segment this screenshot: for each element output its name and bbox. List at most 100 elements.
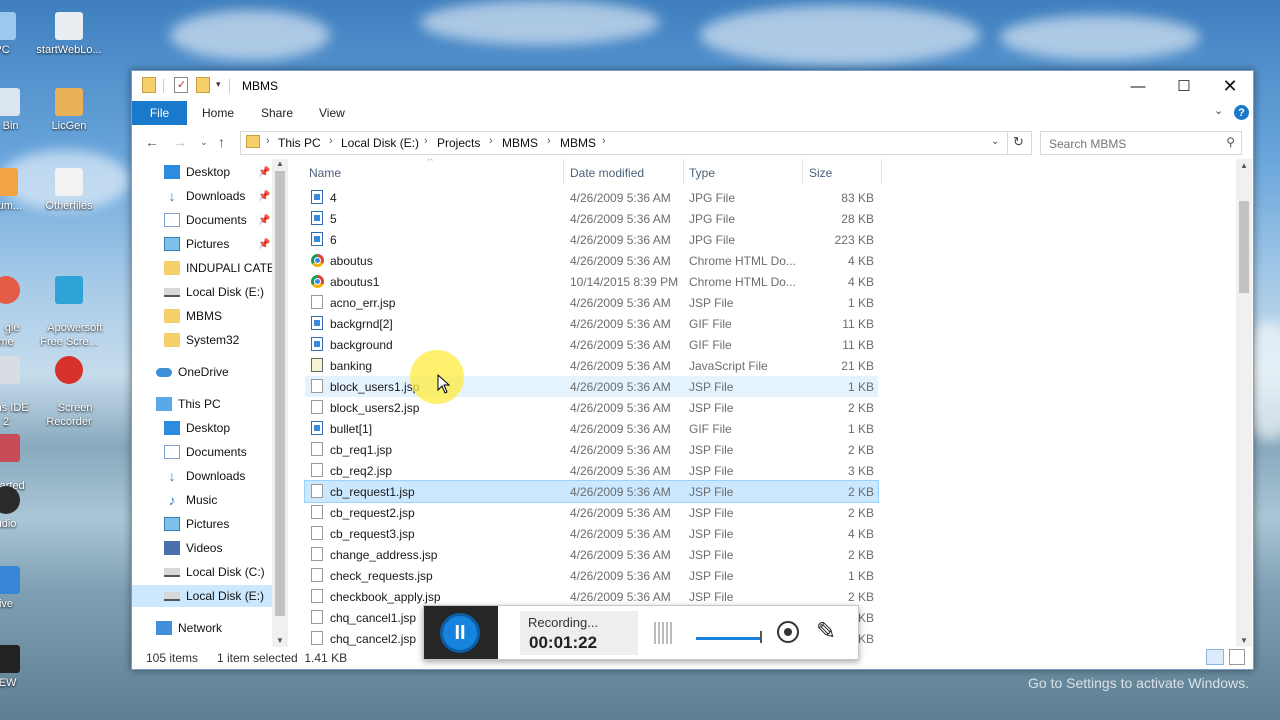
recent-locations-icon[interactable]: ⌄ — [200, 137, 208, 148]
breadcrumb-mbms[interactable]: MBMS — [502, 136, 538, 150]
column-header-size[interactable]: Size — [809, 166, 832, 180]
file-row[interactable]: aboutus1 10/14/2015 8:39 PM Chrome HTML Do… — [305, 271, 878, 292]
customize-quick-access-icon[interactable]: ▾ — [216, 79, 221, 90]
details-view-icon[interactable] — [1206, 649, 1224, 665]
close-button[interactable]: ✕ — [1207, 71, 1253, 101]
file-row[interactable]: block_users2.jsp 4/26/2009 5:36 AM JSP Fil… — [305, 397, 878, 418]
pen-icon[interactable]: ✎ — [816, 617, 836, 646]
nav-item-pc-videos[interactable]: Videos — [164, 537, 222, 559]
help-icon[interactable]: ? — [1234, 105, 1249, 120]
breadcrumb-local-disk-e[interactable]: Local Disk (E:) — [341, 136, 419, 150]
file-row[interactable]: 4 4/26/2009 5:36 AM JPG File 83 KB — [305, 187, 878, 208]
file-row[interactable]: banking 4/26/2009 5:36 AM JavaScript File 2… — [305, 355, 878, 376]
nav-item-network[interactable]: Network — [156, 617, 222, 639]
pin-icon[interactable]: 📌 — [258, 167, 270, 178]
expand-ribbon-icon[interactable]: ⌄ — [1214, 104, 1223, 117]
nav-item-pc-local-disk-e[interactable]: Local Disk (E:) — [132, 585, 272, 607]
nav-item-onedrive[interactable]: OneDrive — [156, 361, 229, 383]
tab-share[interactable]: Share — [261, 106, 293, 120]
nav-item-pc-music[interactable]: ♪ Music — [164, 489, 218, 511]
new-folder-icon[interactable] — [196, 77, 210, 93]
file-row[interactable]: cb_req2.jsp 4/26/2009 5:36 AM JSP File 3 KB — [305, 460, 878, 481]
nav-item-pc-downloads[interactable]: ↓ Downloads — [164, 465, 246, 487]
search-input[interactable] — [1047, 134, 1221, 154]
desktop-icon-otherfiles[interactable]: Otherfiles — [29, 168, 109, 213]
file-row[interactable]: check_requests.jsp 4/26/2009 5:36 AM JSP F… — [305, 565, 878, 586]
file-row[interactable]: change_address.jsp 4/26/2009 5:36 AM JSP F… — [305, 544, 878, 565]
nav-item-local-disk-e[interactable]: Local Disk (E:) — [164, 281, 264, 303]
desktop-icon-startweblogic[interactable]: startWebLo... — [29, 12, 109, 57]
scrollbar-thumb[interactable] — [275, 171, 285, 616]
file-row[interactable]: aboutus 4/26/2009 5:36 AM Chrome HTML Do..… — [305, 250, 878, 271]
address-dropdown-icon[interactable]: ⌄ — [991, 136, 999, 147]
ribbon-tabs: File Home Share View ⌄ ? — [132, 101, 1253, 125]
file-row[interactable]: background 4/26/2009 5:36 AM GIF File 11 KB — [305, 334, 878, 355]
scroll-up-icon[interactable]: ▲ — [1240, 161, 1248, 170]
title-bar[interactable]: ✓ ▾ MBMS — ☐ ✕ — [132, 71, 1253, 101]
tab-home[interactable]: Home — [202, 106, 234, 120]
column-header-type[interactable]: Type — [689, 166, 715, 180]
large-icons-view-icon[interactable] — [1229, 649, 1245, 665]
nav-item-pc-documents[interactable]: Documents — [164, 441, 247, 463]
forward-button[interactable]: → — [173, 134, 187, 150]
volume-slider-handle[interactable] — [760, 631, 762, 643]
nav-item-downloads[interactable]: ↓ Downloads — [164, 185, 246, 207]
properties-icon[interactable]: ✓ — [174, 77, 188, 93]
nav-item-pc-desktop[interactable]: Desktop — [164, 417, 230, 439]
webcam-icon[interactable] — [777, 621, 799, 643]
file-row[interactable]: block_users1.jsp 4/26/2009 5:36 AM JSP Fil… — [305, 376, 878, 397]
desktop-icon-drive[interactable]: ive — [0, 566, 46, 611]
file-row[interactable]: cb_request1.jsp 4/26/2009 5:36 AM JSP File… — [304, 480, 879, 503]
scroll-up-icon[interactable]: ▲ — [276, 159, 284, 168]
column-header-date-modified[interactable]: Date modified — [570, 166, 644, 180]
nav-item-indupali-cater[interactable]: INDUPALI CATER — [164, 257, 284, 279]
nav-item-mbms[interactable]: MBMS — [164, 305, 222, 327]
column-header-name[interactable]: Name — [309, 166, 341, 180]
folder-icon — [164, 261, 180, 275]
tab-file[interactable]: File — [132, 101, 187, 125]
breadcrumb-projects[interactable]: Projects — [437, 136, 480, 150]
image-file-icon — [311, 316, 323, 330]
tab-view[interactable]: View — [319, 106, 345, 120]
activate-windows-title: Activate Windows — [1028, 650, 1171, 670]
refresh-icon[interactable]: ↻ — [1013, 134, 1024, 150]
pin-icon[interactable]: 📌 — [258, 239, 270, 250]
minimize-button[interactable]: — — [1115, 71, 1161, 101]
nav-item-this-pc[interactable]: This PC — [156, 393, 221, 415]
scroll-down-icon[interactable]: ▼ — [1240, 636, 1248, 645]
nav-item-system32[interactable]: System32 — [164, 329, 239, 351]
breadcrumb-mbms-current[interactable]: MBMS — [560, 136, 596, 150]
desktop-icon-licgen[interactable]: LicGen — [29, 88, 109, 133]
file-row[interactable]: cb_request2.jsp 4/26/2009 5:36 AM JSP File… — [305, 502, 878, 523]
nav-item-pc-pictures[interactable]: Pictures — [164, 513, 229, 535]
nav-item-documents[interactable]: Documents — [164, 209, 247, 231]
file-row[interactable]: cb_request3.jsp 4/26/2009 5:36 AM JSP File… — [305, 523, 878, 544]
file-row[interactable]: bullet[1] 4/26/2009 5:36 AM GIF File 1 KB — [305, 418, 878, 439]
file-row[interactable]: backgrnd[2] 4/26/2009 5:36 AM GIF File 11 K… — [305, 313, 878, 334]
desktop-icon-view[interactable]: IEW — [0, 645, 46, 690]
file-row[interactable]: cb_req1.jsp 4/26/2009 5:36 AM JSP File 2 KB — [305, 439, 878, 460]
scrollbar-thumb[interactable] — [1239, 201, 1249, 293]
file-row[interactable]: 5 4/26/2009 5:36 AM JPG File 28 KB — [305, 208, 878, 229]
nav-item-desktop[interactable]: Desktop — [164, 161, 230, 183]
volume-slider[interactable] — [696, 637, 762, 640]
file-size: 223 KB — [834, 233, 874, 247]
back-button[interactable]: ← — [145, 134, 159, 150]
up-button[interactable]: ↑ — [218, 134, 225, 150]
pin-icon[interactable]: 📌 — [258, 215, 270, 226]
breadcrumb-this-pc[interactable]: This PC — [278, 136, 321, 150]
file-row[interactable]: acno_err.jsp 4/26/2009 5:36 AM JSP File 1 K… — [305, 292, 878, 313]
pause-button[interactable]: II — [424, 606, 498, 659]
pin-icon[interactable]: 📌 — [258, 191, 270, 202]
nav-pane-scrollbar[interactable]: ▲ ▼ — [272, 159, 288, 647]
file-row[interactable]: checkbook_apply.jsp 4/26/2009 5:36 AM JSP … — [305, 586, 878, 607]
address-bar[interactable]: › This PC › Local Disk (E:) › Projects ›… — [240, 131, 1032, 155]
search-icon[interactable]: ⚲ — [1226, 135, 1235, 149]
maximize-button[interactable]: ☐ — [1161, 71, 1207, 101]
nav-item-pictures[interactable]: Pictures — [164, 233, 229, 255]
file-list-scrollbar[interactable]: ▲ ▼ — [1236, 159, 1252, 647]
scroll-down-icon[interactable]: ▼ — [276, 636, 284, 645]
nav-item-pc-local-disk-c[interactable]: Local Disk (C:) — [164, 561, 265, 583]
desktop-icon-studio[interactable]: udio — [0, 486, 46, 531]
file-row[interactable]: 6 4/26/2009 5:36 AM JPG File 223 KB — [305, 229, 878, 250]
